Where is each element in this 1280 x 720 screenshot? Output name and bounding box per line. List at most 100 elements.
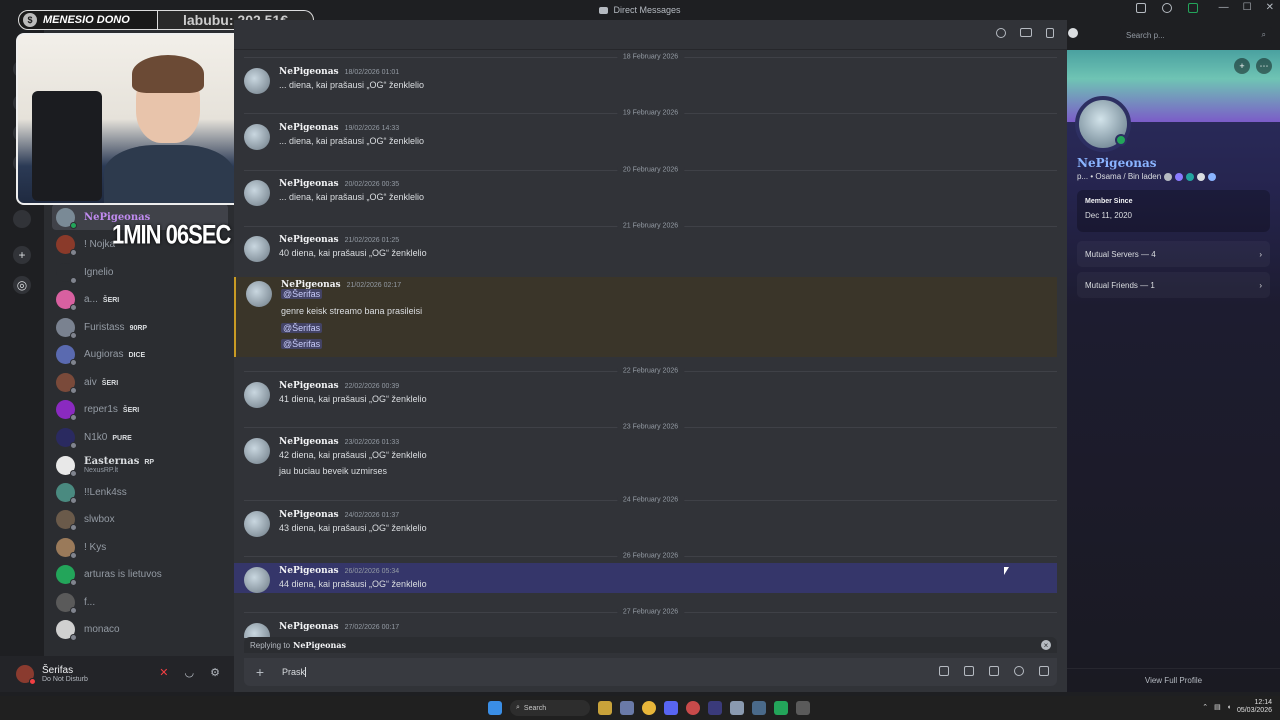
taskbar-search[interactable]: ⌕ Search bbox=[510, 700, 590, 716]
apps-icon[interactable] bbox=[1039, 666, 1049, 676]
app-icon[interactable] bbox=[686, 701, 700, 715]
chat-message[interactable]: NePigeonas 26/02/2026 05:34 44 diena, kai … bbox=[234, 563, 1057, 593]
discord-icon[interactable] bbox=[664, 701, 678, 715]
sidebar-dm-item[interactable]: slwbox bbox=[52, 506, 228, 532]
sidebar-dm-item[interactable]: reper1s ŠERI bbox=[52, 396, 228, 422]
close-button[interactable]: ✕ bbox=[1266, 2, 1274, 13]
network-icon[interactable]: ▤ bbox=[1214, 703, 1221, 711]
profile-avatar[interactable] bbox=[1075, 96, 1131, 152]
message-author[interactable]: NePigeonas bbox=[279, 510, 339, 520]
chat-message[interactable]: NePigeonas 21/02/2026 01:25 40 diena, kai … bbox=[234, 232, 1057, 272]
app-icon[interactable] bbox=[708, 701, 722, 715]
message-author[interactable]: NePigeonas bbox=[279, 235, 339, 245]
chat-message[interactable]: NePigeonas 18/02/2026 01:01 ... diena, kai… bbox=[234, 64, 1057, 104]
avatar[interactable] bbox=[244, 567, 270, 593]
avatar[interactable] bbox=[244, 511, 270, 537]
video-call-icon[interactable] bbox=[1020, 28, 1032, 37]
windows-start-icon[interactable] bbox=[488, 701, 502, 715]
chat-message[interactable]: NePigeonas 22/02/2026 00:39 41 diena, kai … bbox=[234, 378, 1057, 418]
user-mention[interactable]: @Šerifas bbox=[281, 339, 323, 349]
download-icon[interactable] bbox=[1188, 3, 1198, 13]
avatar[interactable] bbox=[244, 68, 270, 94]
gif-icon[interactable] bbox=[964, 666, 974, 676]
message-author[interactable]: NePigeonas bbox=[279, 123, 339, 133]
folder-icon[interactable] bbox=[598, 701, 612, 715]
terminal-icon[interactable] bbox=[796, 701, 810, 715]
chat-message[interactable]: NePigeonas 21/02/2026 02:17 @Šerifas genre … bbox=[234, 277, 1057, 357]
badge-icon[interactable] bbox=[1164, 172, 1173, 181]
user-mention[interactable]: @Šerifas bbox=[281, 323, 323, 333]
message-author[interactable]: NePigeonas bbox=[279, 381, 339, 391]
message-author[interactable]: NePigeonas bbox=[279, 566, 339, 576]
sidebar-dm-item[interactable]: ! Kys bbox=[52, 534, 228, 560]
message-author[interactable]: NePigeonas bbox=[279, 67, 339, 77]
mute-mic-icon[interactable]: ✕ bbox=[159, 666, 168, 679]
message-author[interactable]: NePigeonas bbox=[279, 437, 339, 447]
server-icon[interactable] bbox=[13, 210, 31, 228]
chevron-up-icon[interactable]: ⌃ bbox=[1202, 703, 1208, 711]
avatar[interactable] bbox=[244, 180, 270, 206]
emoji-icon[interactable] bbox=[1014, 666, 1024, 676]
user-profile-icon[interactable] bbox=[1068, 28, 1078, 38]
sticker-icon[interactable] bbox=[989, 666, 999, 676]
maximize-button[interactable]: ☐ bbox=[1243, 2, 1252, 13]
inbox-icon[interactable] bbox=[1136, 3, 1146, 13]
chat-message[interactable]: NePigeonas 27/02/2026 00:17 bbox=[234, 619, 1057, 638]
view-full-profile-link[interactable]: View Full Profile bbox=[1067, 668, 1280, 692]
add-server-icon[interactable]: + bbox=[13, 246, 31, 264]
volume-icon[interactable]: ◖ bbox=[1227, 704, 1231, 711]
sidebar-dm-item[interactable]: Easternas RP NexusRP.lt bbox=[52, 452, 228, 478]
more-options-icon[interactable]: ⋯ bbox=[1256, 58, 1272, 74]
avatar[interactable] bbox=[244, 438, 270, 464]
message-author[interactable]: NePigeonas bbox=[279, 622, 339, 632]
avatar[interactable] bbox=[16, 665, 36, 685]
headphones-icon[interactable]: ◡ bbox=[185, 666, 195, 679]
avatar[interactable] bbox=[244, 382, 270, 408]
chrome-icon[interactable] bbox=[642, 701, 656, 715]
app-icon[interactable] bbox=[620, 701, 634, 715]
user-mention[interactable]: @Šerifas bbox=[281, 289, 323, 299]
avatar[interactable] bbox=[246, 281, 272, 307]
chat-message[interactable]: NePigeonas 19/02/2026 14:33 ... diena, kai… bbox=[234, 120, 1057, 160]
badge-icon[interactable] bbox=[1197, 172, 1206, 181]
sidebar-dm-item[interactable]: N1k0 PURE bbox=[52, 424, 228, 450]
clock[interactable]: 12:14 05/03/2026 bbox=[1237, 699, 1272, 715]
avatar[interactable] bbox=[244, 124, 270, 150]
message-author[interactable]: NePigeonas bbox=[279, 179, 339, 189]
gear-icon[interactable]: ⚙ bbox=[210, 666, 220, 679]
voice-call-icon[interactable] bbox=[996, 28, 1006, 38]
minimize-button[interactable]: — bbox=[1219, 2, 1229, 13]
discover-icon[interactable]: ◎ bbox=[13, 276, 31, 294]
sidebar-dm-item[interactable]: aiv ŠERI bbox=[52, 369, 228, 395]
excel-icon[interactable] bbox=[774, 701, 788, 715]
sidebar-dm-item[interactable]: monaco bbox=[52, 616, 228, 642]
badge-icon[interactable] bbox=[1186, 172, 1195, 181]
badge-icon[interactable] bbox=[1175, 172, 1184, 181]
close-reply-icon[interactable]: × bbox=[1041, 640, 1051, 650]
sidebar-dm-item[interactable]: f... bbox=[52, 589, 228, 615]
add-friend-icon[interactable]: + bbox=[1234, 58, 1250, 74]
chat-message[interactable]: NePigeonas 20/02/2026 00:35 ... diena, kai… bbox=[234, 176, 1057, 216]
gift-icon[interactable] bbox=[939, 666, 949, 676]
message-input[interactable]: Prask bbox=[282, 667, 307, 678]
help-icon[interactable] bbox=[1162, 3, 1172, 13]
gear-icon[interactable] bbox=[730, 701, 744, 715]
sidebar-dm-item[interactable]: a... ŠERI bbox=[52, 286, 228, 312]
avatar[interactable] bbox=[244, 236, 270, 262]
avatar[interactable] bbox=[244, 623, 270, 638]
sidebar-dm-item[interactable]: Furistass 90RP bbox=[52, 314, 228, 340]
pin-icon[interactable] bbox=[1046, 28, 1054, 38]
mutual-friends-row[interactable]: Mutual Friends — 1 › bbox=[1077, 272, 1270, 298]
chat-message[interactable]: NePigeonas 24/02/2026 01:37 43 diena, kai … bbox=[234, 507, 1057, 547]
badge-icon[interactable] bbox=[1208, 172, 1217, 181]
sidebar-dm-item[interactable]: arturas is lietuvos bbox=[52, 561, 228, 587]
sidebar-dm-item[interactable]: !!Lenk4ss bbox=[52, 479, 228, 505]
sidebar-dm-item[interactable]: Augioras DICE bbox=[52, 341, 228, 367]
chat-message[interactable]: NePigeonas 23/02/2026 01:33 42 diena, kai … bbox=[234, 434, 1057, 490]
mutual-servers-row[interactable]: Mutual Servers — 4 › bbox=[1077, 241, 1270, 267]
search-input[interactable]: Search p... ⌕ bbox=[1120, 27, 1272, 43]
steam-icon[interactable] bbox=[752, 701, 766, 715]
attach-plus-icon[interactable]: + bbox=[248, 664, 272, 680]
sidebar-dm-item[interactable]: Ignelio bbox=[52, 259, 228, 285]
user-info[interactable]: Šerifas Do Not Disturb bbox=[42, 665, 88, 683]
